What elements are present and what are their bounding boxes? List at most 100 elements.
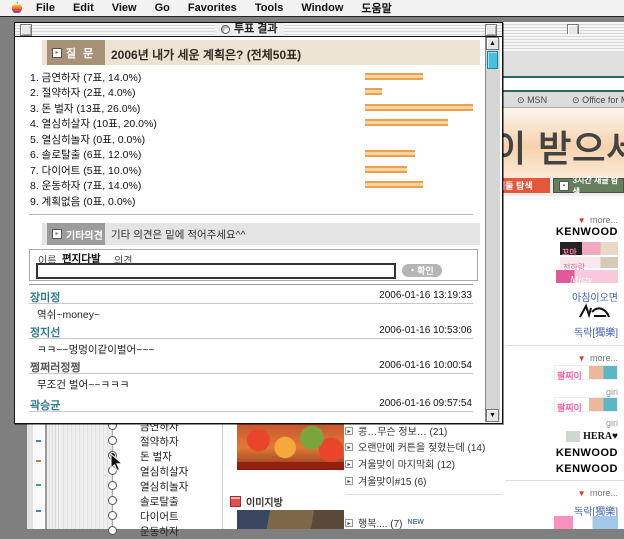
- radio-label[interactable]: 다이어트: [140, 509, 179, 524]
- poll-bar: [365, 119, 448, 126]
- poll-row: 2. 절약하자 (2표, 4.0%): [30, 85, 136, 100]
- menu-tools[interactable]: Tools: [246, 2, 293, 14]
- dokrak-link[interactable]: 독락[獨樂]: [574, 324, 618, 339]
- fav-circle-icon: ⊙: [517, 95, 525, 105]
- comment-divider: [29, 338, 473, 339]
- more-label: more...: [590, 353, 618, 363]
- collapse-box[interactable]: [485, 24, 497, 36]
- question-total: (전체50표): [247, 48, 301, 62]
- more-link[interactable]: ▼ more...: [578, 348, 618, 366]
- scroll-up-arrow[interactable]: ▲: [486, 37, 499, 50]
- close-box[interactable]: [20, 24, 32, 36]
- menu-edit[interactable]: Edit: [64, 2, 103, 14]
- comment-divider: [29, 303, 473, 304]
- mini-link-mark[interactable]: [36, 440, 41, 442]
- radio-option-8[interactable]: [108, 526, 117, 535]
- kenwood-logo[interactable]: KENWOOD: [556, 463, 618, 475]
- paljji-ad-label: 팔찌이: [555, 371, 582, 381]
- post-bullet-icon: ▸: [345, 519, 353, 527]
- dialog-scrollbar[interactable]: ▲ ▼: [485, 37, 500, 422]
- comment-text: 역쉬~money~: [37, 307, 100, 322]
- scroll-thumb[interactable]: [487, 51, 498, 69]
- giri-link[interactable]: giri: [606, 387, 618, 397]
- radio-label[interactable]: 열심히놀자: [140, 479, 188, 494]
- board-item[interactable]: ▸ 겨울맞이#15 (6): [345, 473, 427, 488]
- kenwood-logo[interactable]: KENWOOD: [556, 226, 618, 238]
- lantern-photo[interactable]: [237, 420, 344, 470]
- scroll-down-arrow[interactable]: ▼: [486, 409, 499, 422]
- more-link[interactable]: ▼ more...: [578, 483, 618, 501]
- hera-thumb: [566, 431, 580, 442]
- apple-menu-icon[interactable]: [10, 1, 23, 15]
- radio-label[interactable]: 열심히살자: [140, 464, 188, 479]
- menu-help[interactable]: 도움말: [352, 0, 400, 16]
- opinion-form: 이름 편지다발 의견 ‣ 확인: [29, 249, 478, 281]
- favorite-msn[interactable]: ⊙ MSN: [517, 95, 547, 106]
- menu-file[interactable]: File: [27, 2, 64, 14]
- image-room-header[interactable]: 이미지방: [230, 494, 283, 509]
- radio-option-2[interactable]: [108, 436, 117, 445]
- tab-green-search[interactable]: ▪ 3시간 새글 탐색: [553, 178, 624, 193]
- image-room-title: 이미지방: [246, 494, 283, 509]
- radio-label[interactable]: 돈 벌자: [140, 449, 172, 464]
- post-bullet-icon: ▸: [345, 477, 353, 485]
- poll-row: 1. 금연하자 (7표, 14.0%): [30, 70, 141, 85]
- post-bullet-icon: ▸: [345, 427, 353, 435]
- board-item[interactable]: ▸ 오랜만에 커튼을 젖혔는데 (14): [345, 439, 485, 454]
- menu-bar: File Edit View Go Favorites Tools Window…: [0, 0, 624, 17]
- paljji-ad-banner[interactable]: 팔찌이: [554, 365, 618, 380]
- board-item[interactable]: ▸ 콩…무슨 정보… (21): [345, 423, 447, 438]
- mini-link-mark[interactable]: [36, 460, 41, 462]
- sidebar-divider: [505, 480, 624, 481]
- morning-link[interactable]: 아침이오면: [572, 289, 618, 304]
- opinion-input[interactable]: [36, 263, 396, 279]
- tab-green-label: 3시간 새글 탐색: [573, 175, 623, 197]
- radio-label[interactable]: 솔로탈출: [140, 494, 179, 509]
- board-item[interactable]: ▸ 겨울맞이 마지막회 (12): [345, 456, 455, 471]
- more-triangle-icon: ▼: [578, 354, 586, 363]
- menu-view[interactable]: View: [103, 2, 146, 14]
- favorite-office[interactable]: ⊙ Office for Macin: [572, 95, 624, 106]
- bottom-ad-banner[interactable]: [554, 516, 618, 529]
- mini-link-mark[interactable]: [36, 510, 41, 512]
- jeonharang-ad-banner[interactable]: 전하랑: [560, 257, 618, 268]
- radio-label[interactable]: 운동하자: [140, 524, 179, 539]
- poll-bar: [365, 104, 473, 111]
- kenwood-logo[interactable]: KENWOOD: [556, 447, 618, 459]
- menu-window[interactable]: Window: [292, 2, 352, 14]
- menu-favorites[interactable]: Favorites: [179, 2, 246, 14]
- photo-caption-strip: [237, 462, 344, 470]
- banner-text: 이 받으세: [493, 120, 624, 172]
- misty-ad-banner[interactable]: Misty: [556, 270, 618, 283]
- submit-button[interactable]: ‣ 확인: [402, 264, 442, 277]
- poll-row: 4. 열심히살자 (10표, 20.0%): [30, 116, 157, 131]
- submit-label: 확인: [417, 264, 434, 277]
- signature-scribble[interactable]: [576, 303, 610, 321]
- board-item[interactable]: ▸ 행복.... (7) NEW: [345, 515, 424, 530]
- comment-text: 무조건 벌어~~ㅋㅋㅋ: [37, 377, 129, 392]
- second-photo[interactable]: [237, 510, 344, 529]
- giri-link[interactable]: giri: [606, 418, 618, 428]
- comment-divider: [29, 411, 473, 412]
- radio-option-7[interactable]: [108, 511, 117, 520]
- mini-link-mark[interactable]: [36, 484, 41, 486]
- radio-option-6[interactable]: [108, 496, 117, 505]
- hera-ad-banner[interactable]: HERA♥: [566, 431, 618, 442]
- dialog-title: 투표 결과: [215, 23, 284, 36]
- hera-ad-label: HERA♥: [583, 431, 618, 442]
- radio-option-5[interactable]: [108, 481, 117, 490]
- poll-row: 3. 돈 벌자 (13표, 26.0%): [30, 101, 140, 116]
- poll-row: 8. 운동하자 (7표, 14.0%): [30, 178, 141, 193]
- paljji-ad-banner[interactable]: 팔찌이: [554, 397, 618, 412]
- kkoma-ad-label: 꼬마: [560, 248, 577, 257]
- poll-bar: [365, 88, 382, 95]
- poll-row: 6. 솔로탈출 (6표, 12.0%): [30, 147, 141, 162]
- opinion-tab-label: 기타의견: [66, 227, 103, 242]
- sidebar-divider: [505, 345, 624, 346]
- checkbox-icon: ▪: [559, 181, 569, 191]
- menu-go[interactable]: Go: [146, 2, 179, 14]
- dialog-titlebar[interactable]: 투표 결과: [15, 23, 502, 37]
- kkoma-ad-banner[interactable]: 꼬마: [560, 242, 618, 255]
- image-room-icon: [230, 496, 241, 507]
- radio-label[interactable]: 절약하자: [140, 434, 179, 449]
